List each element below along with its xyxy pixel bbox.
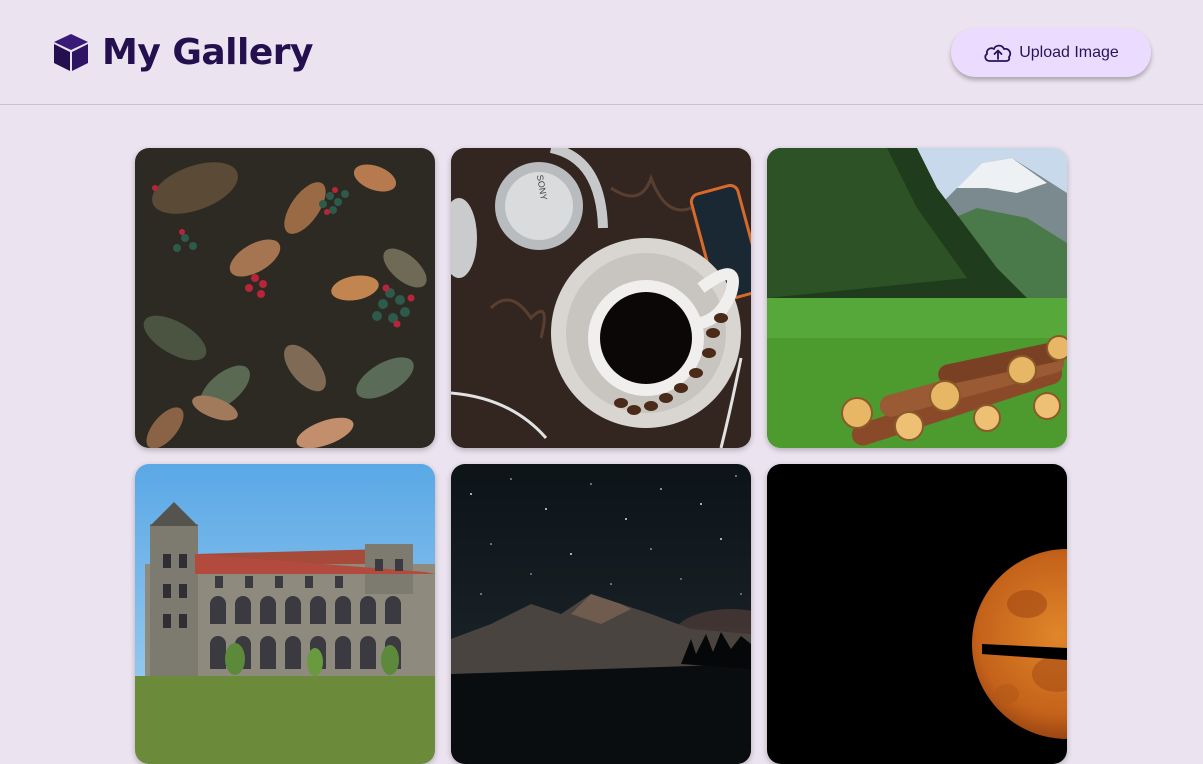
gallery-image[interactable]: [135, 148, 435, 448]
gallery-image[interactable]: [451, 464, 751, 764]
brand[interactable]: My Gallery: [50, 28, 313, 76]
mountain-meadow-logs-photo: [767, 148, 1067, 448]
page-title: My Gallery: [102, 31, 313, 73]
upload-image-button[interactable]: Upload Image: [951, 28, 1151, 77]
night-sky-mountains-photo: [451, 464, 751, 764]
orange-moon-photo: [767, 464, 1067, 764]
coffee-headphones-photo: SONY: [451, 148, 751, 448]
gallery-image[interactable]: [135, 464, 435, 764]
gallery-image[interactable]: [767, 148, 1067, 448]
upload-button-label: Upload Image: [1019, 43, 1119, 61]
cloud-upload-icon: [984, 44, 1012, 62]
gallery-image[interactable]: [767, 464, 1067, 764]
app-header: My Gallery Upload Image: [0, 0, 1203, 105]
leaves-berries-photo: [135, 148, 435, 448]
historic-building-photo: [135, 464, 435, 764]
gallery-image[interactable]: SONY: [451, 148, 751, 448]
cube-icon: [54, 34, 88, 71]
